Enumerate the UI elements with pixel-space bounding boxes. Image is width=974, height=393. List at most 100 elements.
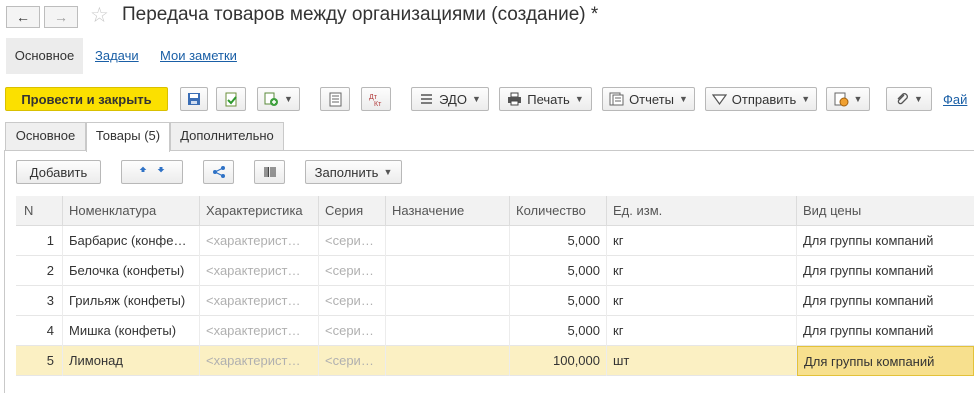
cell-price-type[interactable]: Для группы компаний — [797, 226, 974, 256]
fill-button[interactable]: Заполнить ▼ — [305, 160, 402, 184]
printer-icon — [508, 92, 522, 106]
cell-unit[interactable]: кг — [607, 316, 797, 346]
cell-n[interactable]: 3 — [16, 286, 63, 316]
document-clock-icon — [834, 92, 849, 106]
document-structure-button[interactable] — [320, 87, 350, 111]
col-n[interactable]: N — [16, 196, 63, 226]
svg-text:Кт: Кт — [374, 101, 382, 107]
chevron-down-icon: ▼ — [914, 94, 923, 104]
col-nomenclature[interactable]: Номенклатура — [63, 196, 200, 226]
cell-series[interactable]: <сери… — [319, 316, 386, 346]
forward-button[interactable]: → — [44, 6, 78, 28]
back-button[interactable]: ← — [6, 6, 40, 28]
cell-purpose[interactable] — [386, 346, 510, 376]
cell-characteristic[interactable]: <характерист… — [200, 316, 319, 346]
debit-credit-button[interactable]: Дт Кт — [361, 87, 391, 111]
cell-unit[interactable]: шт — [607, 346, 797, 376]
section-tab-notes[interactable]: Мои заметки — [160, 38, 237, 74]
attachments-button[interactable]: ▼ — [886, 87, 932, 111]
files-link[interactable]: Фай — [943, 92, 967, 107]
col-unit[interactable]: Ед. изм. — [607, 196, 797, 226]
cell-series[interactable]: <сери… — [319, 256, 386, 286]
cell-purpose[interactable] — [386, 256, 510, 286]
floppy-icon — [188, 93, 200, 105]
cell-quantity[interactable]: 100,000 — [510, 346, 607, 376]
add-button[interactable]: Добавить — [16, 160, 101, 184]
table-row[interactable]: 2 Белочка (конфеты) <характерист… <сери… 5,0… — [16, 256, 974, 286]
share-button[interactable] — [203, 160, 234, 184]
cell-series[interactable]: <сери… — [319, 226, 386, 256]
tab-goods[interactable]: Товары (5) — [86, 122, 170, 152]
panel-border — [4, 150, 5, 393]
reports-button[interactable]: Отчеты ▼ — [602, 87, 695, 111]
related-documents-button[interactable]: ▼ — [826, 87, 870, 111]
cell-nomenclature[interactable]: Белочка (конфеты) — [63, 256, 200, 286]
col-characteristic[interactable]: Характеристика — [200, 196, 319, 226]
reports-icon — [609, 92, 624, 106]
cell-purpose[interactable] — [386, 286, 510, 316]
barcode-icon — [263, 167, 276, 177]
cell-quantity[interactable]: 5,000 — [510, 286, 607, 316]
cell-price-type[interactable]: Для группы компаний — [797, 256, 974, 286]
chevron-down-icon: ▼ — [284, 94, 293, 104]
cell-series[interactable]: <сери… — [319, 286, 386, 316]
cell-price-type[interactable]: Для группы компаний — [797, 286, 974, 316]
move-up-icon[interactable]: 🠹 — [139, 161, 147, 183]
cell-unit[interactable]: кг — [607, 286, 797, 316]
post-document-icon — [225, 92, 237, 106]
print-button[interactable]: Печать ▼ — [499, 87, 592, 111]
section-tab-tasks[interactable]: Задачи — [95, 38, 139, 74]
cell-characteristic[interactable]: <характерист… — [200, 256, 319, 286]
cell-price-type[interactable]: Для группы компаний — [797, 346, 974, 376]
cell-quantity[interactable]: 5,000 — [510, 226, 607, 256]
post-and-close-button[interactable]: Провести и закрыть — [5, 87, 168, 111]
table-row[interactable]: 4 Мишка (конфеты) <характерист… <сери… 5,000… — [16, 316, 974, 346]
create-based-icon — [264, 92, 279, 106]
cell-nomenclature[interactable]: Мишка (конфеты) — [63, 316, 200, 346]
move-down-icon[interactable]: 🠻 — [157, 161, 165, 183]
send-icon — [711, 93, 727, 105]
edo-button[interactable]: ЭДО ▼ — [411, 87, 489, 111]
cell-nomenclature[interactable]: Барбарис (конфе… — [63, 226, 200, 256]
tab-main[interactable]: Основное — [5, 122, 86, 150]
table-row[interactable]: 5 Лимонад <характерист… <сери… 100,000 шт Для … — [16, 346, 974, 376]
cell-quantity[interactable]: 5,000 — [510, 256, 607, 286]
cell-quantity[interactable]: 5,000 — [510, 316, 607, 346]
cell-n[interactable]: 2 — [16, 256, 63, 286]
cell-series[interactable]: <сери… — [319, 346, 386, 376]
cell-purpose[interactable] — [386, 226, 510, 256]
save-button[interactable] — [180, 87, 208, 111]
table-header: N Номенклатура Характеристика Серия Назн… — [16, 196, 974, 226]
col-purpose[interactable]: Назначение — [386, 196, 510, 226]
cell-n[interactable]: 4 — [16, 316, 63, 346]
chevron-down-icon: ▼ — [471, 94, 481, 104]
send-button[interactable]: Отправить ▼ — [705, 87, 817, 111]
chevron-down-icon: ▼ — [679, 94, 688, 104]
cell-n[interactable]: 5 — [16, 346, 63, 376]
cell-characteristic[interactable]: <характерист… — [200, 226, 319, 256]
table-row[interactable]: 3 Грильяж (конфеты) <характерист… <сери… 5,0… — [16, 286, 974, 316]
create-based-on-button[interactable]: ▼ — [257, 87, 300, 111]
table-row[interactable]: 1 Барбарис (конфе… <характерист… <сери… 5,00… — [16, 226, 974, 256]
post-button[interactable] — [216, 87, 246, 111]
barcode-button[interactable] — [254, 160, 285, 184]
col-price-type[interactable]: Вид цены — [797, 196, 974, 226]
cell-nomenclature[interactable]: Грильяж (конфеты) — [63, 286, 200, 316]
cell-characteristic[interactable]: <характерист… — [200, 286, 319, 316]
cell-purpose[interactable] — [386, 316, 510, 346]
section-tab-main[interactable]: Основное — [6, 38, 83, 74]
edo-icon — [421, 93, 433, 104]
cell-price-type[interactable]: Для группы компаний — [797, 316, 974, 346]
chevron-down-icon: ▼ — [853, 94, 863, 104]
cell-unit[interactable]: кг — [607, 226, 797, 256]
col-series[interactable]: Серия — [319, 196, 386, 226]
favorite-star-icon[interactable]: ☆ — [90, 3, 109, 28]
dt-kt-icon: Дт Кт — [369, 94, 382, 107]
cell-n[interactable]: 1 — [16, 226, 63, 256]
cell-characteristic[interactable]: <характерист… — [200, 346, 319, 376]
cell-unit[interactable]: кг — [607, 256, 797, 286]
cell-nomenclature[interactable]: Лимонад — [63, 346, 200, 376]
col-quantity[interactable]: Количество — [510, 196, 607, 226]
paperclip-icon — [897, 93, 908, 105]
tab-additional[interactable]: Дополнительно — [170, 122, 284, 150]
